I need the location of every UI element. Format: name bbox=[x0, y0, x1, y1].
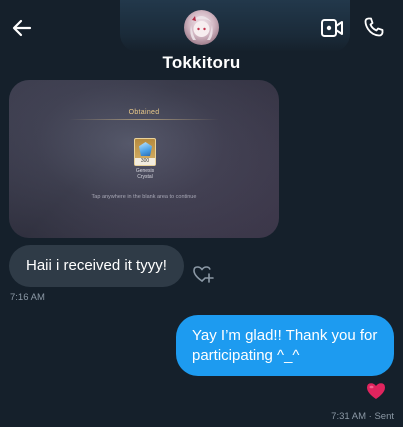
phone-icon bbox=[364, 17, 384, 37]
video-call-button[interactable] bbox=[320, 17, 344, 39]
crystal-icon bbox=[139, 142, 152, 156]
item-card: 300 bbox=[134, 138, 156, 166]
outgoing-message-bubble[interactable]: Yay I’m glad!! Thank you for participati… bbox=[176, 315, 394, 376]
avatar-image bbox=[190, 16, 213, 40]
contact-name[interactable]: Tokkitoru bbox=[0, 53, 403, 73]
incoming-message-time: 7:16 AM bbox=[10, 292, 45, 303]
arrow-left-icon bbox=[12, 19, 32, 37]
video-call-icon bbox=[321, 19, 343, 37]
phone-call-button[interactable] bbox=[362, 15, 386, 39]
image-divider bbox=[69, 119, 219, 120]
image-title-text: Obtained bbox=[128, 109, 160, 116]
item-quantity: 300 bbox=[135, 158, 155, 165]
outgoing-message-status: 7:31 AM · Sent bbox=[331, 411, 394, 422]
item-name: Genesis Crystal bbox=[121, 168, 169, 180]
incoming-message-bubble[interactable]: Haii i received it tyyy! bbox=[9, 245, 184, 287]
heart-reaction[interactable] bbox=[366, 382, 386, 400]
heart-plus-icon bbox=[193, 266, 214, 283]
contact-avatar[interactable] bbox=[184, 10, 219, 45]
image-message[interactable]: Obtained 300 Genesis Crystal Tap anywher… bbox=[9, 80, 279, 238]
header-backdrop bbox=[120, 0, 350, 52]
item-name-line2: Crystal bbox=[137, 174, 153, 180]
heart-icon bbox=[367, 383, 385, 399]
add-reaction-button[interactable] bbox=[192, 263, 214, 285]
dm-conversation-screen: Tokkitoru Obtained 300 Genesis Crystal T… bbox=[0, 0, 403, 427]
image-hint-text: Tap anywhere in the blank area to contin… bbox=[91, 194, 197, 200]
back-button[interactable] bbox=[10, 16, 34, 40]
